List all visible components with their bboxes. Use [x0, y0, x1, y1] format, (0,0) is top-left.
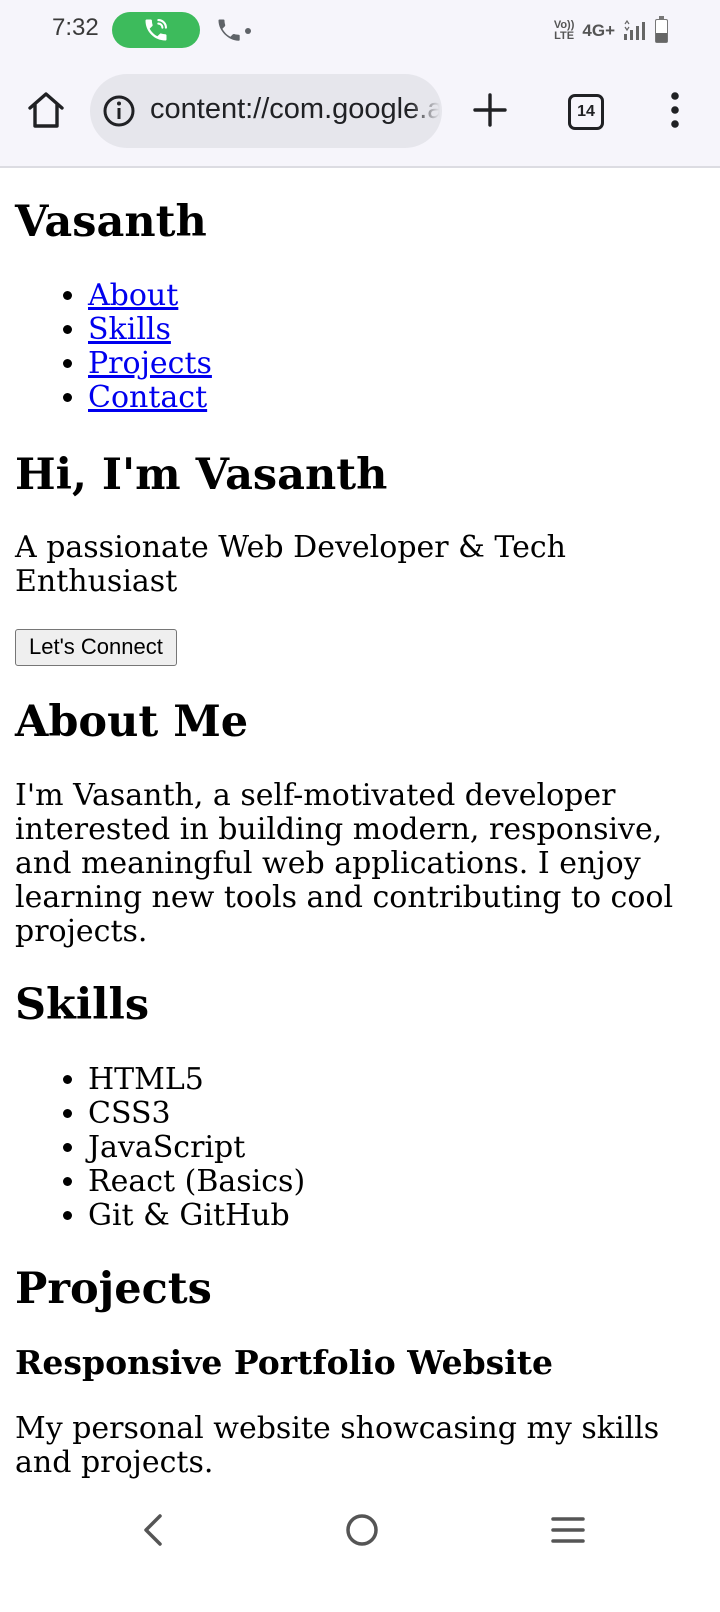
volte-icon: Vo)) LTE — [553, 19, 575, 42]
skills-title: Skills — [15, 980, 150, 1031]
home-icon[interactable] — [24, 88, 68, 132]
nav-item-contact: Contact — [88, 381, 705, 415]
plus-icon[interactable] — [470, 90, 510, 130]
about-title: About Me — [15, 696, 249, 747]
status-bar: 7:32 Vo)) LTE 4G+ — [0, 0, 720, 64]
project-title: Responsive Portfolio Website — [15, 1343, 553, 1383]
more-vert-icon[interactable] — [660, 88, 690, 132]
skill-item: React (Basics) — [88, 1164, 705, 1199]
skills-list: HTML5 CSS3 JavaScript React (Basics) Git… — [15, 1062, 705, 1233]
nav-item-about: About — [88, 279, 705, 313]
nav-item-skills: Skills — [88, 313, 705, 347]
nav-link-about[interactable]: About — [88, 278, 178, 313]
signal-icon — [624, 20, 645, 40]
about-text: I'm Vasanth, a self-motivated developer … — [15, 778, 674, 950]
status-indicators: Vo)) LTE 4G+ — [554, 16, 668, 46]
status-time: 7:32 — [52, 14, 99, 41]
page-content: Vasanth About Skills Projects Contact Hi… — [15, 166, 705, 1480]
home-circle-icon[interactable] — [344, 1512, 380, 1548]
network-type: 4G+ — [582, 21, 615, 40]
skill-item: HTML5 — [88, 1062, 705, 1097]
connect-button[interactable]: Let's Connect — [15, 628, 177, 666]
nav-link-projects[interactable]: Projects — [88, 346, 212, 381]
skill-item: JavaScript — [88, 1130, 705, 1165]
phone-dot-icon — [218, 19, 251, 41]
system-nav-bar — [0, 1490, 720, 1612]
hero-subtitle: A passionate Web Developer & Tech Enthus… — [15, 529, 566, 599]
browser-toolbar: content://com.google.android.apps.docs.s… — [0, 64, 720, 168]
ongoing-call-pill[interactable] — [112, 12, 200, 48]
url-text[interactable]: content://com.google.android.apps.docs.s… — [150, 93, 440, 126]
tab-count: 14 — [577, 103, 595, 120]
recents-icon[interactable] — [550, 1514, 586, 1546]
info-icon[interactable] — [102, 94, 136, 128]
nav-item-projects: Projects — [88, 347, 705, 381]
nav-link-contact[interactable]: Contact — [88, 380, 207, 415]
skill-item: Git & GitHub — [88, 1198, 705, 1233]
back-icon[interactable] — [138, 1512, 168, 1548]
phone-call-icon — [145, 19, 167, 41]
skill-item: CSS3 — [88, 1096, 705, 1131]
tab-switcher-icon[interactable]: 14 — [568, 94, 604, 130]
nav-link-skills[interactable]: Skills — [88, 312, 171, 347]
project-description: My personal website showcasing my skills… — [15, 1411, 660, 1481]
address-bar[interactable]: content://com.google.android.apps.docs.s… — [90, 74, 442, 148]
battery-level — [656, 33, 667, 42]
projects-title: Projects — [15, 1263, 212, 1314]
hero-title: Hi, I'm Vasanth — [15, 450, 388, 501]
battery-icon — [655, 16, 668, 43]
site-title: Vasanth — [15, 197, 207, 247]
site-nav: About Skills Projects Contact — [15, 279, 705, 415]
